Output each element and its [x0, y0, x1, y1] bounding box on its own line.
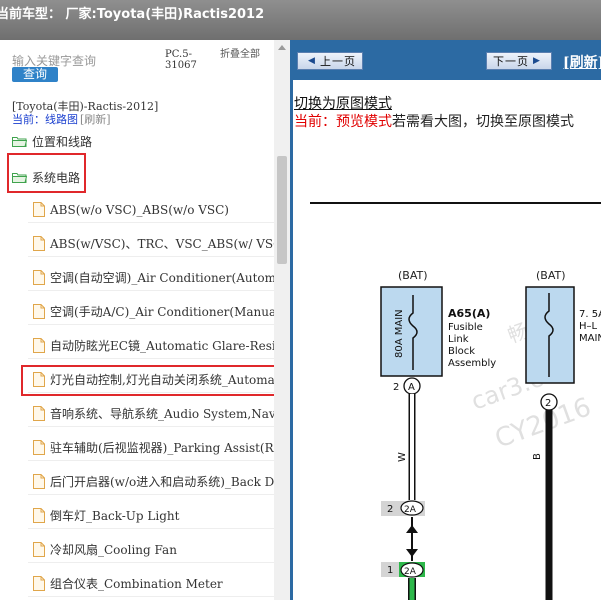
prev-page-label: 上一页 [319, 55, 356, 68]
current-view-line: 当前：线路图 [刷新] [12, 111, 111, 127]
tree-folder-system-circuit[interactable]: 系统电路 [12, 164, 252, 190]
viewer-toolbar: ◀ 上一页 下一页 ▶ [刷新] [293, 40, 601, 80]
scroll-up-arrow-icon[interactable] [274, 40, 290, 56]
tree-item-label: 冷却风扇_Cooling Fan [50, 543, 177, 557]
document-icon [33, 508, 45, 523]
document-icon [33, 440, 45, 455]
folder-open-icon [12, 172, 27, 183]
tree-folder-label: 位置和线路 [32, 134, 93, 149]
fuse1-rating: 80A MAIN [394, 309, 405, 358]
tree-item-back-up-light[interactable]: 倒车灯_Back-Up Light [28, 503, 274, 529]
tree-item-label: 驻车辅助(后视监视器)_Parking Assist(Rear View Mon… [50, 441, 274, 455]
current-mode-label: 当前：预览模式 [294, 114, 392, 130]
next-page-label: 下一页 [493, 55, 530, 68]
document-icon [33, 270, 45, 285]
mode-hint: 若需看大图，切换至原图模式 [392, 114, 574, 130]
document-icon [33, 576, 45, 591]
fuse1-name-2: Link [448, 334, 469, 345]
arrow-right-icon: ▶ [533, 56, 541, 66]
arrow-left-icon: ◀ [308, 56, 316, 66]
wire-b-label: B [532, 453, 543, 460]
tree-item-label: 灯光自动控制,灯光自动关闭系统_Automatic Light Control [50, 373, 274, 387]
tree-item-parking-assist[interactable]: 驻车辅助(后视监视器)_Parking Assist(Rear View Mon… [28, 435, 274, 461]
refresh-link[interactable]: [刷新] [80, 113, 111, 126]
fuse2-pin-number: 2 [545, 398, 551, 409]
tree-item-abs-vsc-trc[interactable]: ABS(w/VSC)、TRC、VSC_ABS(w/ VSC)、TRC、VSC [28, 231, 274, 257]
wiring-diagram: 畅 易 car3.cc CY2016 (BAT) 80A MAIN A65(A)… [310, 202, 601, 600]
fuse1-pin-letter: A [408, 382, 415, 393]
tree-item-label: ABS(w/VSC)、TRC、VSC_ABS(w/ VSC)、TRC、VSC [50, 237, 274, 251]
fuse1-body [380, 286, 443, 377]
tree-item-label: 组合仪表_Combination Meter [50, 577, 223, 591]
tree-item-label: 空调(自动空调)_Air Conditioner(Automatic A/C) [50, 271, 274, 285]
tree-item-ac-manual[interactable]: 空调(手动A/C)_Air Conditioner(Manual A/C) [28, 299, 274, 325]
query-button[interactable]: 查询 [12, 67, 58, 82]
tree-folder-label: 系统电路 [32, 170, 81, 185]
document-icon [33, 474, 45, 489]
tree-item-label: ABS(w/o VSC)_ABS(w/o VSC) [50, 202, 229, 217]
fuse1-name-1: Fusible [448, 322, 483, 333]
toolbar-refresh-link[interactable]: [刷新] [563, 52, 601, 72]
conn1-code: 2A [404, 505, 417, 515]
fuse1-code: A65(A) [448, 307, 490, 320]
conn1-num: 2 [387, 504, 393, 515]
current-view-label: 当前：线路图 [12, 113, 78, 126]
tree-item-ac-automatic[interactable]: 空调(自动空调)_Air Conditioner(Automatic A/C) [28, 265, 274, 291]
document-icon [33, 236, 45, 251]
document-icon [33, 202, 45, 217]
document-icon [33, 406, 45, 421]
conn-arrow-down-icon [406, 549, 418, 557]
tree-item-label: 倒车灯_Back-Up Light [50, 509, 180, 523]
tree-item-ec-mirror[interactable]: 自动防眩光EC镜_Automatic Glare-Resistant EC Mi… [28, 333, 274, 359]
document-icon [33, 372, 45, 387]
tree-item-back-door-opener[interactable]: 后门开启器(w/o进入和启动系统)_Back Door Opener [28, 469, 274, 495]
folder-icon [12, 136, 27, 147]
mode-line: 当前：预览模式若需看大图，切换至原图模式 [294, 111, 574, 131]
fuse1-name-3: Block [448, 346, 475, 357]
tree-item-auto-light-control[interactable]: 灯光自动控制,灯光自动关闭系统_Automatic Light Control [28, 367, 274, 393]
next-page-button[interactable]: 下一页 ▶ [486, 52, 552, 70]
fuse2-rating-3: MAIN [579, 333, 601, 344]
tree-item-label: 后门开启器(w/o进入和启动系统)_Back Door Opener [50, 475, 274, 489]
tree-item-label: 自动防眩光EC镜_Automatic Glare-Resistant EC Mi… [50, 339, 274, 353]
tree-item-combination-meter[interactable]: 组合仪表_Combination Meter [28, 571, 274, 597]
fuse1-header: (BAT) [398, 269, 428, 282]
conn-arrow-up-icon [406, 525, 418, 533]
left-panel: 查询 PC.5-31067 折叠全部 [Toyota(丰田)-Ractis-20… [0, 40, 290, 600]
document-icon [33, 338, 45, 353]
title-bar: 当前车型： 厂家:Toyota(丰田)Ractis2012 [0, 0, 601, 40]
prev-page-button[interactable]: ◀ 上一页 [297, 52, 363, 70]
tree-item-cooling-fan[interactable]: 冷却风扇_Cooling Fan [28, 537, 274, 563]
tree-item-label: 空调(手动A/C)_Air Conditioner(Manual A/C) [50, 305, 274, 319]
wire-w-label: W [397, 452, 408, 462]
fuse2-header: (BAT) [536, 269, 566, 282]
tree-folder-location-wiring[interactable]: 位置和线路 [12, 128, 252, 154]
tree-item-abs-wo-vsc[interactable]: ABS(w/o VSC)_ABS(w/o VSC) [28, 197, 274, 223]
document-icon [33, 542, 45, 557]
switch-original-mode-link[interactable]: 切换为原图模式 [294, 93, 392, 113]
fuse1-pin-number: 2 [393, 382, 399, 393]
conn2-code: 2A [404, 567, 417, 577]
page-title: 当前车型： 厂家:Toyota(丰田)Ractis2012 [0, 7, 265, 22]
document-icon [33, 304, 45, 319]
scroll-thumb[interactable] [277, 156, 287, 264]
fuse2-rating-2: H–L [579, 321, 598, 332]
conn2-num: 1 [387, 565, 393, 576]
tree-scrollbar[interactable] [274, 40, 290, 600]
fuse2-rating-1: 7. 5A [579, 309, 601, 320]
version-label: PC.5-31067 [165, 49, 197, 71]
tree-item-label: 音响系统、导航系统_Audio System,Navigation System [50, 407, 274, 421]
fuse1-name-4: Assembly [448, 358, 496, 369]
tree-item-audio-navigation[interactable]: 音响系统、导航系统_Audio System,Navigation System [28, 401, 274, 427]
fold-all-link[interactable]: 折叠全部 [220, 49, 260, 60]
